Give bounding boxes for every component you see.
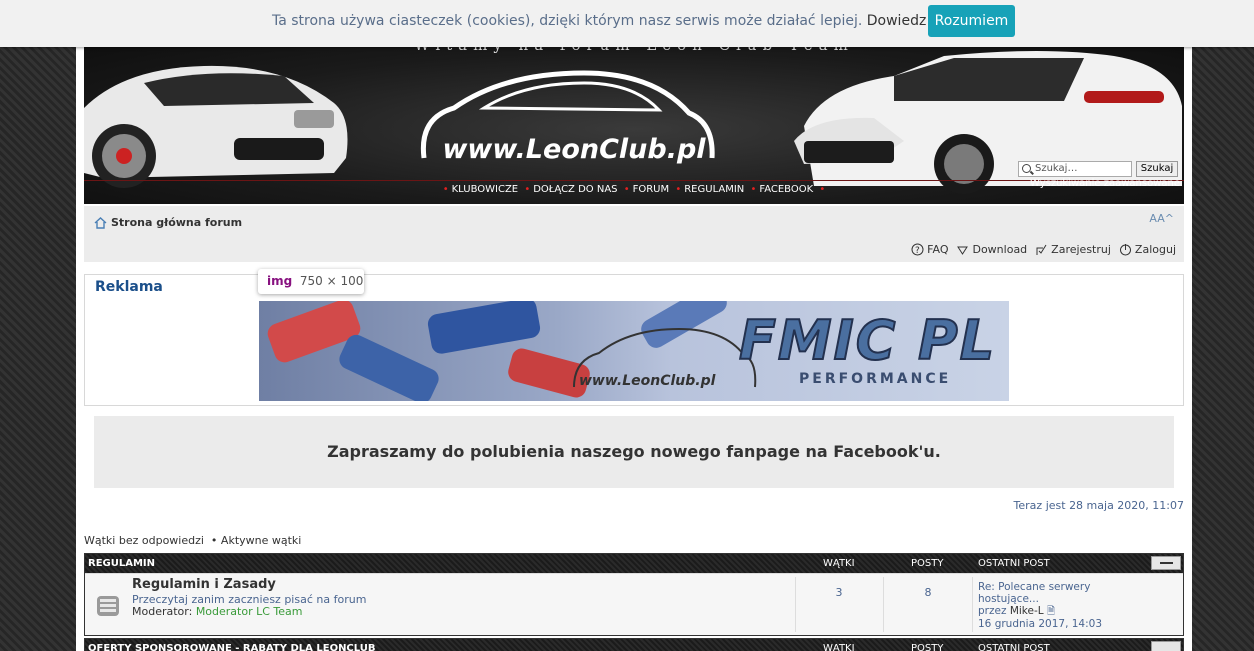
collapse-button-2[interactable]	[1151, 641, 1181, 651]
svg-text:?: ?	[915, 246, 920, 256]
image-size-tooltip: img 750 × 100	[258, 269, 364, 294]
header-nav: • KLUBOWICZE • DOŁĄCZ DO NAS • FORUM • REGUL…	[442, 184, 826, 195]
site-logo-text[interactable]: www.LeonClub.pl	[424, 134, 724, 165]
cookie-accept-button[interactable]: Rozumiem	[928, 5, 1015, 37]
facebook-invite-box: Zapraszamy do polubienia naszego nowego …	[94, 416, 1174, 488]
posts-count: 8	[924, 586, 932, 599]
col-posts-header: POSTY	[911, 558, 944, 569]
breadcrumb-home-link[interactable]: Strona główna forum	[111, 216, 242, 229]
advertisement-heading: Reklama	[95, 279, 163, 295]
banner-subtitle: PERFORMANCE	[799, 371, 952, 387]
search-input[interactable]: Szukaj…	[1018, 161, 1132, 177]
seat-leon-left-car-image	[84, 65, 348, 188]
topics-count: 3	[835, 586, 843, 599]
forum-title-link[interactable]: Regulamin i Zasady	[132, 577, 276, 592]
unanswered-topics-link[interactable]: Wątki bez odpowiedzi	[84, 534, 204, 547]
header-divider	[84, 180, 1184, 181]
view-latest-post-icon[interactable]: 🗎	[1047, 606, 1055, 617]
nav-klubowicze[interactable]: KLUBOWICZE	[452, 184, 519, 195]
nav-regulamin[interactable]: REGULAMIN	[684, 184, 744, 195]
quick-links: Wątki bez odpowiedzi • Aktywne wątki	[84, 534, 302, 547]
user-links: ? FAQ Download Zarejestruj Zaloguj	[911, 243, 1176, 256]
forum-category-regulamin: REGULAMIN WĄTKI POSTY OSTATNI POST Regul…	[84, 553, 1184, 636]
forum-row: Regulamin i Zasady Przeczytaj zanim zacz…	[85, 573, 1183, 635]
login-link[interactable]: Zaloguj	[1119, 243, 1176, 256]
active-topics-link[interactable]: Aktywne wątki	[221, 534, 301, 547]
last-post-date: 16 grudnia 2017, 14:03	[978, 618, 1103, 630]
banner-url: www.LeonClub.pl	[579, 373, 716, 389]
cookie-consent-bar: Ta strona używa ciasteczek (cookies), dz…	[0, 0, 1254, 47]
power-icon	[1119, 244, 1131, 256]
forum-read-icon	[97, 596, 119, 616]
last-post-title-link[interactable]: Re: Polecane serwery hostujące...	[978, 581, 1108, 605]
fmic-banner-image[interactable]: www.LeonClub.pl FMIC PL PERFORMANCE	[259, 301, 1009, 401]
forum-category-header: REGULAMIN WĄTKI POSTY OSTATNI POST	[85, 554, 1183, 573]
help-icon: ?	[911, 243, 924, 256]
last-post-info: Re: Polecane serwery hostujące... przez …	[978, 581, 1108, 630]
col-topics-header-2: WĄTKI	[823, 643, 855, 651]
col-last-post-header: OSTATNI POST	[978, 558, 1050, 569]
nav-facebook[interactable]: FACEBOOK	[759, 184, 813, 195]
advertisement-panel: Reklama www.LeonClub.pl FMIC PL PERFORMA…	[84, 274, 1184, 406]
forum-moderators: Moderator: Moderator LC Team	[132, 605, 303, 618]
collapse-button[interactable]	[1151, 556, 1181, 570]
page-wrapper: Witamy na forum Leon Club Team www.LeonC…	[76, 0, 1192, 651]
breadcrumb: Strona główna forum	[94, 216, 242, 229]
category-title-2[interactable]: OFERTY SPONSOROWANE - RABATY DLA LEONCLU…	[88, 643, 376, 651]
cookie-message: Ta strona używa ciasteczek (cookies), dz…	[272, 13, 999, 29]
category-title[interactable]: REGULAMIN	[88, 558, 155, 569]
banner-brand: FMIC PL	[738, 308, 997, 373]
current-time: Teraz jest 28 maja 2020, 11:07	[1013, 499, 1184, 512]
home-icon	[94, 216, 107, 229]
advanced-search-link[interactable]: Wyszukiwanie zaawansowane	[1030, 178, 1180, 189]
nav-dolacz[interactable]: DOŁĄCZ DO NAS	[533, 184, 617, 195]
search-icon	[1022, 164, 1031, 173]
register-icon	[1036, 244, 1047, 255]
col-topics-header: WĄTKI	[823, 558, 855, 569]
faq-link[interactable]: ? FAQ	[911, 243, 948, 256]
last-post-author-link[interactable]: Mike-L	[1010, 605, 1044, 617]
forum-category-header-2: OFERTY SPONSOROWANE - RABATY DLA LEONCLU…	[84, 638, 1184, 651]
font-size-toggle[interactable]: AA^	[1149, 212, 1174, 225]
search-button[interactable]: Szukaj	[1136, 161, 1178, 177]
header-banner: Witamy na forum Leon Club Team www.LeonC…	[84, 38, 1184, 204]
register-link[interactable]: Zarejestruj	[1035, 243, 1111, 256]
col-last-post-header-2: OSTATNI POST	[978, 643, 1050, 651]
nav-forum[interactable]: FORUM	[633, 184, 670, 195]
col-posts-header-2: POSTY	[911, 643, 944, 651]
moderator-link[interactable]: Moderator LC Team	[196, 605, 303, 618]
forum-navbar: Strona główna forum AA^ ? FAQ Download Z…	[84, 206, 1184, 262]
download-icon	[957, 246, 969, 255]
search-form: Szukaj… Szukaj	[1018, 161, 1178, 177]
download-link[interactable]: Download	[956, 243, 1027, 256]
